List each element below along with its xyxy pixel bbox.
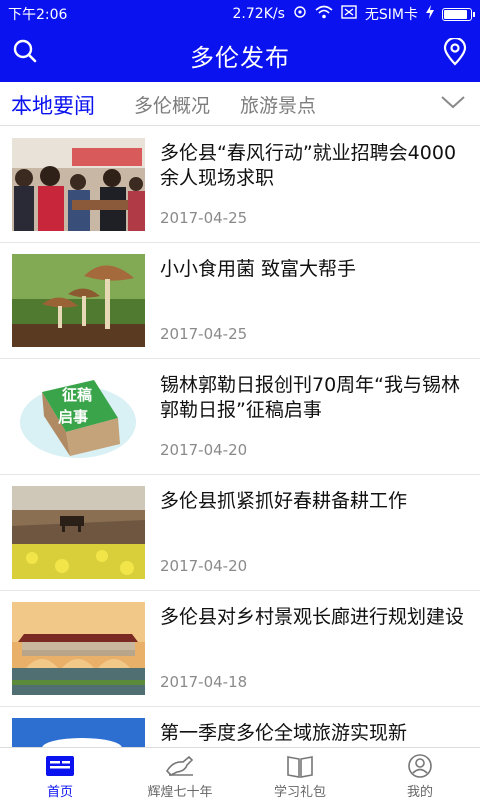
no-sim-icon — [341, 5, 357, 23]
news-thumbnail — [12, 138, 145, 231]
nav-label: 学习礼包 — [273, 785, 326, 800]
news-item[interactable]: 征稿 启事 锡林郭勒日报创刊70周年“我与锡林郭勒日报”征稿启事 2017-04… — [0, 359, 480, 475]
news-title: 多伦县抓紧抓好春耕备耕工作 — [160, 490, 408, 512]
user-icon — [405, 753, 435, 779]
wifi-icon — [315, 5, 333, 23]
location-pin-icon[interactable] — [442, 36, 468, 66]
news-title: 第一季度多伦全域旅游实现新 — [160, 722, 408, 744]
nav-mine[interactable]: 我的 — [360, 748, 480, 800]
book-icon — [285, 753, 315, 779]
news-thumbnail: 征稿 启事 — [12, 370, 145, 463]
news-date: 2017-04-20 — [160, 441, 248, 459]
horse-icon — [165, 753, 195, 779]
sim-status: 无SIM卡 — [364, 7, 418, 23]
nav-label: 首页 — [46, 785, 73, 800]
news-date: 2017-04-25 — [160, 325, 248, 343]
nav-label: 辉煌七十年 — [147, 785, 213, 800]
tab-local-news[interactable]: 本地要闻 — [11, 90, 95, 120]
chevron-down-icon[interactable] — [440, 92, 466, 112]
nav-study-pack[interactable]: 学习礼包 — [240, 748, 360, 800]
news-item[interactable]: 多伦县抓紧抓好春耕备耕工作 2017-04-20 — [0, 475, 480, 591]
network-speed: 2.72K/s — [232, 6, 285, 22]
category-tabs: 本地要闻 多伦概况 旅游景点 — [0, 82, 480, 126]
app-title: 多伦发布 — [190, 44, 290, 72]
news-thumbnail — [12, 254, 145, 347]
status-bar: 下午2:06 2.72K/s 无SIM卡 — [0, 0, 480, 26]
bottom-nav: 首页 辉煌七十年 学习礼包 我的 — [0, 747, 480, 800]
tab-scenic-spots[interactable]: 旅游景点 — [240, 91, 316, 118]
battery-icon — [442, 7, 475, 21]
app-bar: 多伦发布 — [0, 26, 480, 82]
tab-duolun-overview[interactable]: 多伦概况 — [134, 91, 210, 118]
news-date: 2017-04-18 — [160, 673, 248, 691]
news-item[interactable]: 多伦县“春风行动”就业招聘会4000余人现场求职 2017-04-25 — [0, 127, 480, 243]
news-date: 2017-04-20 — [160, 557, 248, 575]
nav-label: 我的 — [406, 785, 433, 800]
vibrate-icon — [293, 5, 307, 23]
charging-icon — [426, 5, 434, 23]
nav-seventy-years[interactable]: 辉煌七十年 — [120, 748, 240, 800]
home-news-icon — [45, 753, 75, 779]
news-title: 多伦县对乡村景观长廊进行规划建设 — [160, 606, 465, 628]
news-thumbnail — [12, 718, 145, 747]
status-time: 下午2:06 — [8, 7, 68, 23]
thumb-text-2: 启事 — [58, 408, 88, 426]
news-title: 多伦县“春风行动”就业招聘会4000余人现场求职 — [160, 142, 457, 189]
news-item[interactable]: 多伦县对乡村景观长廊进行规划建设 2017-04-18 — [0, 591, 480, 707]
news-list: 多伦县“春风行动”就业招聘会4000余人现场求职 2017-04-25 小小食用… — [0, 127, 480, 747]
nav-home[interactable]: 首页 — [0, 748, 120, 800]
news-item[interactable]: 第一季度多伦全域旅游实现新 — [0, 707, 480, 747]
news-item[interactable]: 小小食用菌 致富大帮手 2017-04-25 — [0, 243, 480, 359]
news-thumbnail — [12, 486, 145, 579]
thumb-text-1: 征稿 — [62, 386, 92, 404]
news-title: 小小食用菌 致富大帮手 — [160, 258, 357, 280]
news-title: 锡林郭勒日报创刊70周年“我与锡林郭勒日报”征稿启事 — [160, 374, 461, 421]
news-thumbnail — [12, 602, 145, 695]
news-date: 2017-04-25 — [160, 209, 248, 227]
